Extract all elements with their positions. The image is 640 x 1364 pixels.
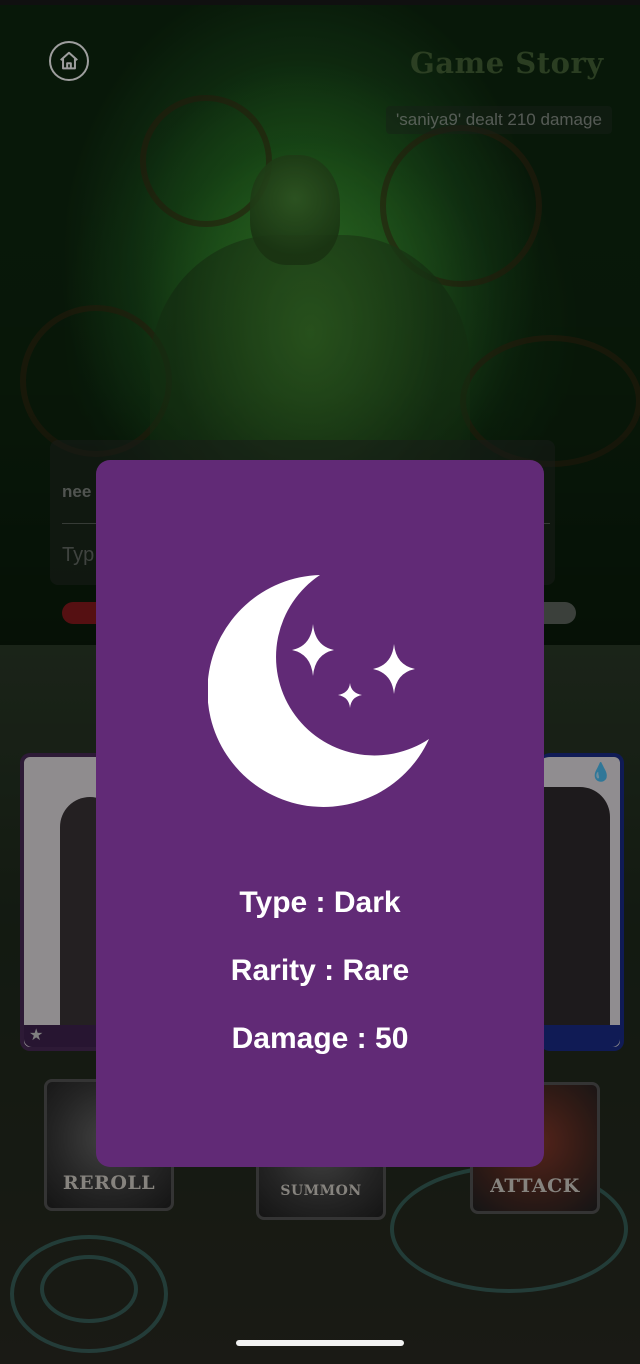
spell-card-modal[interactable]: Type : Dark Rarity : Rare Damage : 50 [96, 460, 544, 1167]
home-indicator[interactable] [236, 1340, 404, 1346]
card-damage: Damage : 50 [231, 1022, 409, 1055]
card-type: Type : Dark [239, 886, 401, 919]
card-rarity: Rarity : Rare [230, 954, 410, 987]
crescent-moon-stars-icon [208, 575, 429, 807]
